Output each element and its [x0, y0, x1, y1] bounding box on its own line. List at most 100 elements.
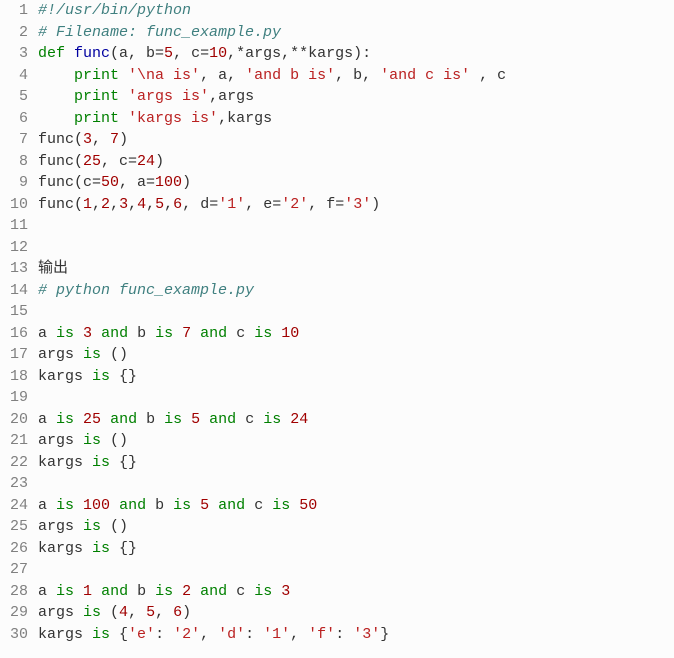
line-number: 22 [4, 452, 28, 474]
code-token [119, 88, 128, 105]
code-token [74, 411, 83, 428]
code-token: ) [182, 604, 191, 621]
code-token: , [164, 196, 173, 213]
code-token: { [110, 626, 128, 643]
code-token: () [101, 432, 128, 449]
code-token: '3' [353, 626, 380, 643]
code-token [38, 67, 74, 84]
code-line: kargs is {} [38, 538, 674, 560]
code-token [272, 325, 281, 342]
code-lines: #!/usr/bin/python# Filename: func_exampl… [38, 0, 674, 645]
code-token: ) [182, 174, 191, 191]
code-token: is [272, 497, 290, 514]
code-token [92, 583, 101, 600]
code-token [101, 411, 110, 428]
line-number: 6 [4, 108, 28, 130]
code-token: c [227, 583, 254, 600]
code-token: : [155, 626, 173, 643]
line-number: 9 [4, 172, 28, 194]
code-listing: 1234567891011121314151617181920212223242… [0, 0, 674, 645]
line-number: 10 [4, 194, 28, 216]
code-token: , [128, 196, 137, 213]
code-line: func(3, 7) [38, 129, 674, 151]
code-token: 1 [83, 196, 92, 213]
code-line: func(1,2,3,4,5,6, d='1', e='2', f='3') [38, 194, 674, 216]
code-line: args is (4, 5, 6) [38, 602, 674, 624]
code-token: a [38, 411, 56, 428]
code-token: 5 [200, 497, 209, 514]
code-token: # Filename: func_example.py [38, 24, 281, 41]
code-token: 25 [83, 411, 101, 428]
code-line: kargs is {} [38, 366, 674, 388]
code-token: 'and c is' [380, 67, 470, 84]
line-number: 15 [4, 301, 28, 323]
code-token: , a, [200, 67, 245, 84]
code-token: and [110, 411, 137, 428]
code-token: is [56, 497, 74, 514]
code-token: , d= [182, 196, 218, 213]
code-token: , [110, 196, 119, 213]
code-token [119, 67, 128, 84]
line-number: 21 [4, 430, 28, 452]
line-number: 4 [4, 65, 28, 87]
code-line: print 'kargs is',kargs [38, 108, 674, 130]
code-token: is [83, 604, 101, 621]
code-line: a is 25 and b is 5 and c is 24 [38, 409, 674, 431]
code-line: args is () [38, 430, 674, 452]
code-token: args [38, 432, 83, 449]
code-token: ( [101, 604, 119, 621]
code-line: print 'args is',args [38, 86, 674, 108]
code-line: def func(a, b=5, c=10,*args,**kargs): [38, 43, 674, 65]
code-token: b [137, 411, 164, 428]
code-token [92, 325, 101, 342]
code-token: func( [38, 196, 83, 213]
code-token: } [380, 626, 389, 643]
code-token: 50 [299, 497, 317, 514]
code-line [38, 237, 674, 259]
code-token: 3 [83, 325, 92, 342]
line-number: 8 [4, 151, 28, 173]
code-token: , [92, 131, 110, 148]
code-token: 6 [173, 196, 182, 213]
code-token: is [83, 518, 101, 535]
code-line: kargs is {} [38, 452, 674, 474]
code-token: is [173, 497, 191, 514]
code-token: is [263, 411, 281, 428]
code-line [38, 473, 674, 495]
code-token: 100 [155, 174, 182, 191]
code-token: 6 [173, 604, 182, 621]
code-token: , [92, 196, 101, 213]
code-line: args is () [38, 344, 674, 366]
line-number: 23 [4, 473, 28, 495]
code-token: a [38, 583, 56, 600]
code-token: 输出 [38, 260, 68, 277]
code-token: is [155, 325, 173, 342]
code-token: 2 [182, 583, 191, 600]
code-token: 24 [137, 153, 155, 170]
code-token: is [56, 583, 74, 600]
code-token [173, 325, 182, 342]
code-line: print '\na is', a, 'and b is', b, 'and c… [38, 65, 674, 87]
code-token: 10 [209, 45, 227, 62]
code-token: () [101, 518, 128, 535]
code-line: a is 1 and b is 2 and c is 3 [38, 581, 674, 603]
line-number: 12 [4, 237, 28, 259]
code-line: func(c=50, a=100) [38, 172, 674, 194]
code-token: args [38, 346, 83, 363]
line-number: 27 [4, 559, 28, 581]
code-token: '1' [263, 626, 290, 643]
code-token: args [38, 604, 83, 621]
code-token: {} [110, 540, 137, 557]
code-token: , c [470, 67, 506, 84]
line-number: 13 [4, 258, 28, 280]
code-token: a [38, 497, 56, 514]
line-number: 25 [4, 516, 28, 538]
code-token: kargs [38, 454, 92, 471]
code-token: 'and b is' [245, 67, 335, 84]
code-token: b [128, 583, 155, 600]
code-line: func(25, c=24) [38, 151, 674, 173]
code-token [290, 497, 299, 514]
code-line: 输出 [38, 258, 674, 280]
code-token: args [38, 518, 83, 535]
code-token [38, 88, 74, 105]
